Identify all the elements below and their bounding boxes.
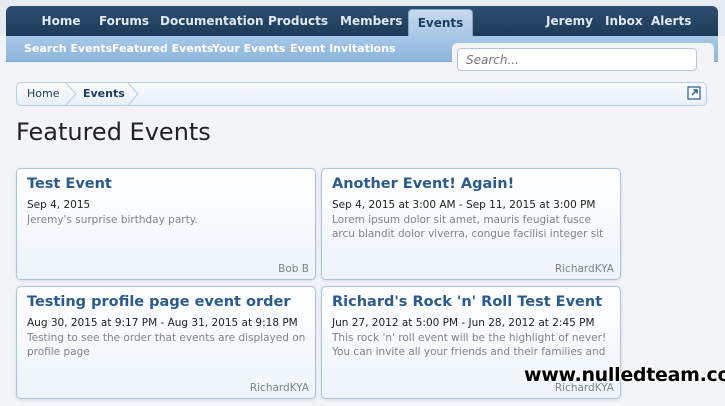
event-title[interactable]: Testing profile page event order: [27, 294, 291, 310]
event-date: Sep 4, 2015: [27, 199, 91, 211]
subnav-featured-events[interactable]: Featured Events: [112, 42, 213, 55]
event-card[interactable]: Test Event Sep 4, 2015 Jeremy's surprise…: [16, 168, 316, 280]
event-author[interactable]: RichardKYA: [555, 263, 614, 275]
alerts-link[interactable]: Alerts: [651, 6, 691, 36]
jump-to-icon[interactable]: [687, 86, 701, 100]
breadcrumb: Home Events: [16, 82, 707, 106]
event-description: Testing to see the order that events are…: [27, 332, 306, 358]
watermark-text: www.nulledteam.com: [524, 364, 725, 386]
search-input[interactable]: [457, 48, 697, 71]
event-card[interactable]: Testing profile page event order Aug 30,…: [16, 286, 316, 399]
subnav-your-events[interactable]: Your Events: [212, 42, 285, 55]
breadcrumb-separator-icon: [65, 83, 77, 105]
subnav-event-invitations[interactable]: Event Invitations: [290, 42, 396, 55]
tab-home[interactable]: Home: [34, 6, 88, 36]
event-date: Sep 4, 2015 at 3:00 AM - Sep 11, 2015 at…: [332, 199, 596, 211]
user-menu[interactable]: Jeremy: [546, 6, 593, 36]
event-title[interactable]: Richard's Rock 'n' Roll Test Event: [332, 294, 602, 310]
event-description: This rock 'n' roll event will be the hig…: [332, 332, 607, 358]
breadcrumb-events[interactable]: Events: [83, 87, 125, 100]
tab-events[interactable]: Events: [408, 9, 473, 36]
tab-products[interactable]: Products: [265, 6, 331, 36]
inbox-link[interactable]: Inbox: [605, 6, 643, 36]
tab-members[interactable]: Members: [340, 6, 402, 36]
breadcrumb-separator-icon: [127, 83, 139, 105]
event-author[interactable]: RichardKYA: [250, 382, 309, 394]
breadcrumb-home[interactable]: Home: [27, 87, 59, 100]
event-card[interactable]: Another Event! Again! Sep 4, 2015 at 3:0…: [321, 168, 621, 280]
event-description: Lorem ipsum dolor sit amet, mauris feugi…: [332, 214, 604, 240]
tab-documentation[interactable]: Documentation: [160, 6, 264, 36]
event-description: Jeremy's surprise birthday party.: [27, 214, 198, 226]
event-author[interactable]: Bob B: [278, 263, 309, 275]
event-date: Aug 30, 2015 at 9:17 PM - Aug 31, 2015 a…: [27, 317, 298, 329]
page-title: Featured Events: [16, 118, 211, 146]
subnav-search-events[interactable]: Search Events: [24, 42, 112, 55]
event-title[interactable]: Another Event! Again!: [332, 176, 514, 192]
event-title[interactable]: Test Event: [27, 176, 112, 192]
event-date: Jun 27, 2012 at 5:00 PM - Jun 28, 2012 a…: [332, 317, 595, 329]
tab-forums[interactable]: Forums: [95, 6, 153, 36]
